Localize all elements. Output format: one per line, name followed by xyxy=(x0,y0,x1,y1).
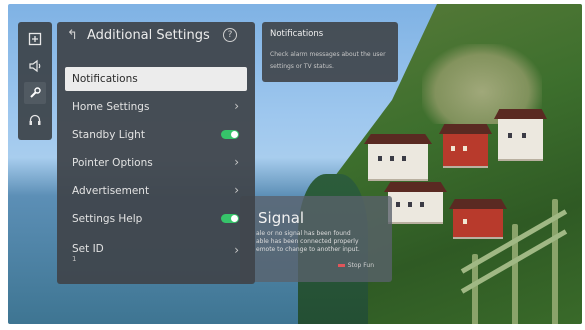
menu-item-home-settings[interactable]: Home Settings › xyxy=(65,95,247,119)
standby-light-toggle[interactable] xyxy=(221,130,239,139)
menu-item-label: Notifications xyxy=(72,73,138,85)
set-id-value: 1 xyxy=(72,255,77,263)
chevron-right-icon: › xyxy=(234,99,239,113)
headset-icon[interactable] xyxy=(24,109,46,131)
chevron-right-icon: › xyxy=(234,243,239,257)
house xyxy=(384,182,447,224)
signal-footer-button[interactable]: Stop Fun xyxy=(337,262,374,269)
railing xyxy=(452,194,572,324)
menu-item-label: Standby Light xyxy=(72,129,145,141)
menu-item-set-id[interactable]: Set ID 1 › xyxy=(65,237,247,267)
house xyxy=(439,124,492,168)
house xyxy=(364,134,432,181)
menu-item-label: Home Settings xyxy=(72,101,150,113)
signal-message: ale or no signal has been found able has… xyxy=(256,230,388,254)
menu-item-label: Advertisement xyxy=(72,185,150,197)
info-description: Check alarm messages about the user sett… xyxy=(270,51,386,70)
menu-item-label: Pointer Options xyxy=(72,157,153,169)
signal-line: ale or no signal has been found xyxy=(256,230,351,237)
menu-item-settings-help[interactable]: Settings Help xyxy=(65,207,247,231)
house xyxy=(494,109,547,161)
menu-item-advertisement[interactable]: Advertisement › xyxy=(65,179,247,203)
info-panel: Notifications Check alarm messages about… xyxy=(262,22,398,82)
quick-icon-bar xyxy=(18,22,52,140)
info-title: Notifications xyxy=(270,29,324,39)
signal-line: emote to change to another input. xyxy=(256,246,360,253)
signal-footer-label: Stop Fun xyxy=(347,262,374,269)
sound-icon[interactable] xyxy=(24,55,46,77)
signal-title: Signal xyxy=(258,209,305,227)
menu-item-label: Set ID xyxy=(72,243,104,255)
menu-item-label: Settings Help xyxy=(72,213,143,225)
wrench-icon[interactable] xyxy=(24,82,46,104)
settings-help-toggle[interactable] xyxy=(221,214,239,223)
signal-line: able has been connected properly xyxy=(256,238,359,245)
additional-settings-panel: ↰ Additional Settings ? Notifications Ho… xyxy=(57,22,255,284)
back-arrow-icon[interactable]: ↰ xyxy=(67,28,78,43)
help-icon[interactable]: ? xyxy=(223,28,237,42)
page-title: Additional Settings xyxy=(87,28,210,43)
chevron-right-icon: › xyxy=(234,183,239,197)
no-signal-dialog: Signal ale or no signal has been found a… xyxy=(240,196,392,282)
panel-header: ↰ Additional Settings ? xyxy=(57,22,255,54)
input-icon[interactable] xyxy=(24,28,46,50)
menu-item-notifications[interactable]: Notifications xyxy=(65,67,247,91)
chevron-right-icon: › xyxy=(234,155,239,169)
menu-item-pointer-options[interactable]: Pointer Options › xyxy=(65,151,247,175)
menu-item-standby-light[interactable]: Standby Light xyxy=(65,123,247,147)
